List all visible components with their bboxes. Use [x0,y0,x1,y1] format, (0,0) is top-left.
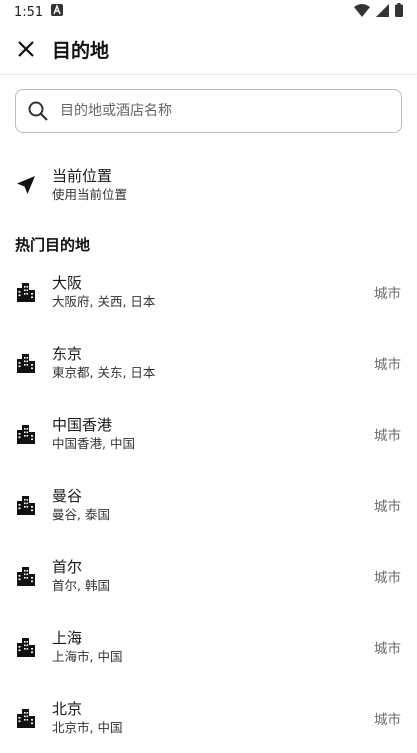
city-buildings-icon [17,282,35,302]
destination-type: 城市 [374,569,401,586]
destination-name: 中国香港 [52,415,113,434]
list-item[interactable]: 上海 上海市, 中国 城市 [0,611,417,682]
notification-a-icon [51,4,64,20]
list-item[interactable]: 东京 東京都, 关东, 日本 城市 [0,327,417,398]
destination-name: 首尔 [52,557,83,576]
destination-detail: 大阪府, 关西, 日本 [52,293,156,309]
list-item[interactable]: 北京 北京市, 中国 城市 [0,682,417,753]
destination-name: 上海 [52,628,83,647]
status-bar: 1:51 [0,0,417,24]
destination-name: 东京 [52,344,83,363]
search-field[interactable] [15,89,402,133]
destination-type: 城市 [374,427,401,444]
destination-type: 城市 [374,711,401,728]
search-icon [28,101,48,121]
search-input[interactable] [58,102,389,120]
list-item[interactable]: 中国香港 中国香港, 中国 城市 [0,398,417,469]
signal-icon [376,3,389,21]
city-buildings-icon [17,637,35,657]
wifi-icon [354,3,370,21]
destination-type: 城市 [374,356,401,373]
city-buildings-icon [17,353,35,373]
destination-detail: 中国香港, 中国 [52,435,135,451]
city-buildings-icon [17,708,35,728]
battery-icon [395,3,403,21]
page-title: 目的地 [52,39,110,62]
destination-type: 城市 [374,285,401,302]
destination-detail: 上海市, 中国 [52,648,123,664]
current-location-subtitle: 使用当前位置 [52,187,128,202]
list-item[interactable]: 曼谷 曼谷, 泰国 城市 [0,469,417,540]
app-bar: 目的地 [0,24,417,75]
destination-name: 北京 [52,699,83,718]
city-buildings-icon [17,424,35,444]
destination-name: 曼谷 [52,486,83,505]
destination-detail: 北京市, 中国 [52,719,123,735]
destination-detail: 首尔, 韩国 [52,577,110,593]
destination-detail: 東京都, 关东, 日本 [52,364,156,380]
destination-detail: 曼谷, 泰国 [52,506,110,522]
current-location-option[interactable]: 当前位置 使用当前位置 [0,158,417,212]
destination-type: 城市 [374,498,401,515]
list-item[interactable]: 大阪 大阪府, 关西, 日本 城市 [0,256,417,327]
close-icon [18,41,34,57]
navigation-arrow-icon [17,176,35,194]
popular-destinations-list: 大阪 大阪府, 关西, 日本 城市 东京 東京都, 关东, 日本 城市 中国香港… [0,256,417,753]
close-button[interactable] [0,24,52,74]
destination-type: 城市 [374,640,401,657]
city-buildings-icon [17,495,35,515]
city-buildings-icon [17,566,35,586]
list-item[interactable]: 首尔 首尔, 韩国 城市 [0,540,417,611]
current-location-title: 当前位置 [52,167,113,185]
status-time: 1:51 [14,4,44,20]
popular-destinations-heading: 热门目的地 [15,236,91,254]
destination-name: 大阪 [52,273,83,292]
